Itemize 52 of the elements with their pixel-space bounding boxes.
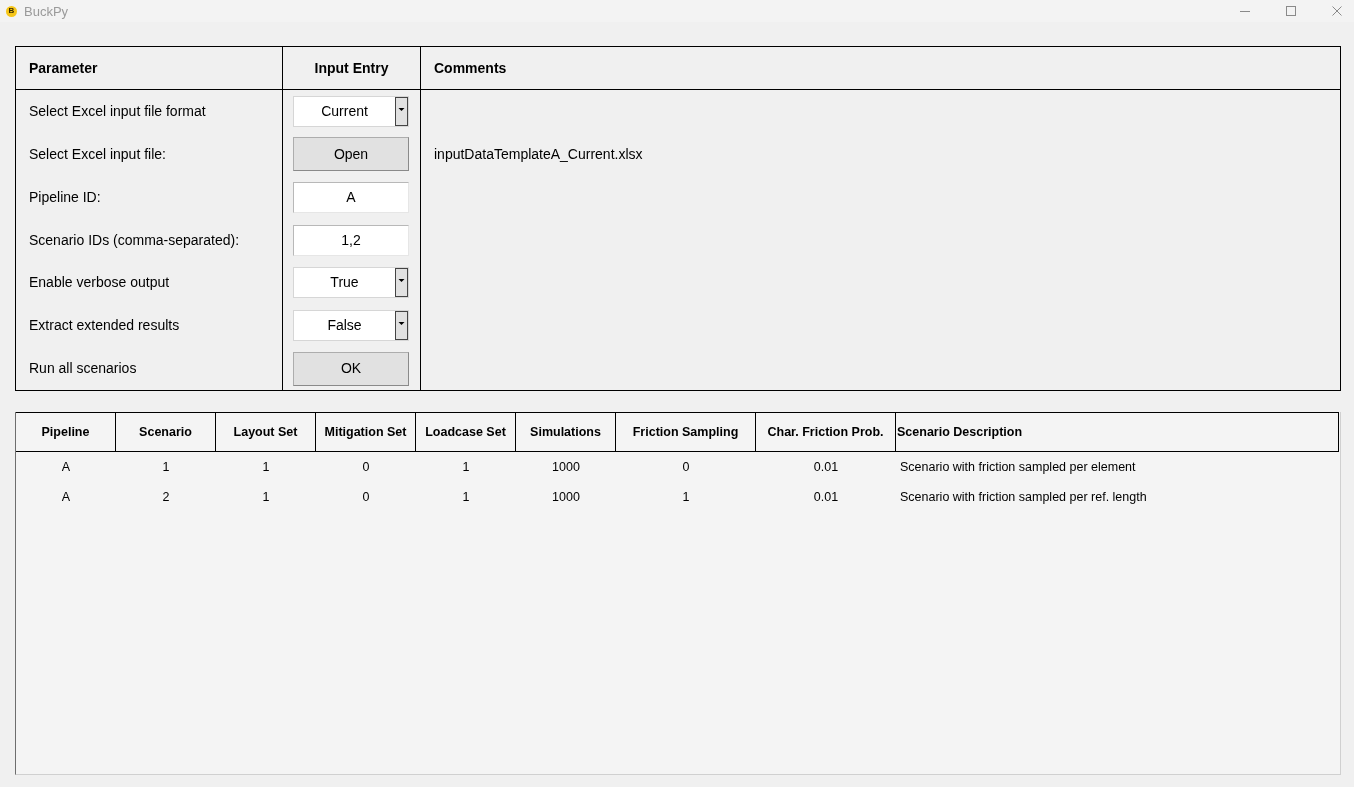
table-cell-text: 1000: [552, 488, 580, 506]
button[interactable]: OK: [293, 351, 409, 386]
column-header: Simulations: [530, 423, 601, 441]
table-cell-text: 2: [162, 488, 170, 506]
parameter-label: Enable verbose output: [29, 273, 170, 293]
input-field[interactable]: A: [293, 181, 409, 213]
table-cell-text: 0: [362, 458, 370, 476]
close-icon: [1332, 6, 1342, 16]
table-cell-text: A: [61, 458, 71, 476]
table-cell-text: Scenario with friction sampled per element: [900, 458, 1136, 476]
parameter-label: Extract extended results: [29, 316, 180, 336]
table-cell-text: 0: [362, 488, 370, 506]
comment-text: inputDataTemplateA_Current.xlsx: [434, 144, 643, 164]
parameter-label: Scenario IDs (comma-separated):: [29, 230, 240, 250]
app-logo: B: [6, 5, 17, 17]
table-cell-text: 0.01: [813, 488, 839, 506]
maximize-icon: [1286, 6, 1296, 16]
column-header: Scenario Description: [897, 423, 1023, 441]
table-cell-text: 1: [262, 488, 270, 506]
caret-icon: [395, 311, 408, 341]
caret-icon: [395, 268, 408, 298]
parameter-label: Run all scenarios: [29, 359, 137, 379]
column-header: Layout Set: [233, 423, 298, 441]
table-cell-text: 1: [162, 458, 170, 476]
parameter-label: Select Excel input file:: [29, 144, 166, 164]
dropdown[interactable]: True: [293, 267, 409, 299]
column-header: Loadcase Set: [425, 423, 506, 441]
table-cell-text: 1: [462, 458, 470, 476]
column-header: Input Entry: [314, 58, 389, 78]
table-cell-text: 1: [682, 488, 690, 506]
column-header: Comments: [434, 58, 507, 78]
parameter-label: Pipeline ID:: [29, 187, 101, 207]
input-field[interactable]: 1,2: [293, 224, 409, 256]
column-header: Pipeline: [41, 423, 90, 441]
column-header: Mitigation Set: [324, 423, 407, 441]
table-cell-text: 0: [682, 458, 690, 476]
column-header: Friction Sampling: [632, 423, 739, 441]
parameter-label: Select Excel input file format: [29, 101, 206, 121]
table-cell-text: 1: [462, 488, 470, 506]
table-cell-text: 1000: [552, 458, 580, 476]
column-header: Parameter: [29, 58, 98, 78]
window-title: BuckPy: [24, 4, 69, 18]
button[interactable]: Open: [293, 137, 409, 172]
dropdown[interactable]: False: [293, 310, 409, 342]
table-cell-text: Scenario with friction sampled per ref. length: [900, 488, 1147, 506]
table-cell-text: A: [61, 488, 71, 506]
column-header: Char. Friction Prob.: [767, 423, 884, 441]
caret-icon: [395, 96, 408, 126]
dropdown[interactable]: Current: [293, 95, 409, 127]
table-cell-text: 0.01: [813, 458, 839, 476]
table-cell-text: 1: [262, 458, 270, 476]
column-header: Scenario: [139, 423, 192, 441]
